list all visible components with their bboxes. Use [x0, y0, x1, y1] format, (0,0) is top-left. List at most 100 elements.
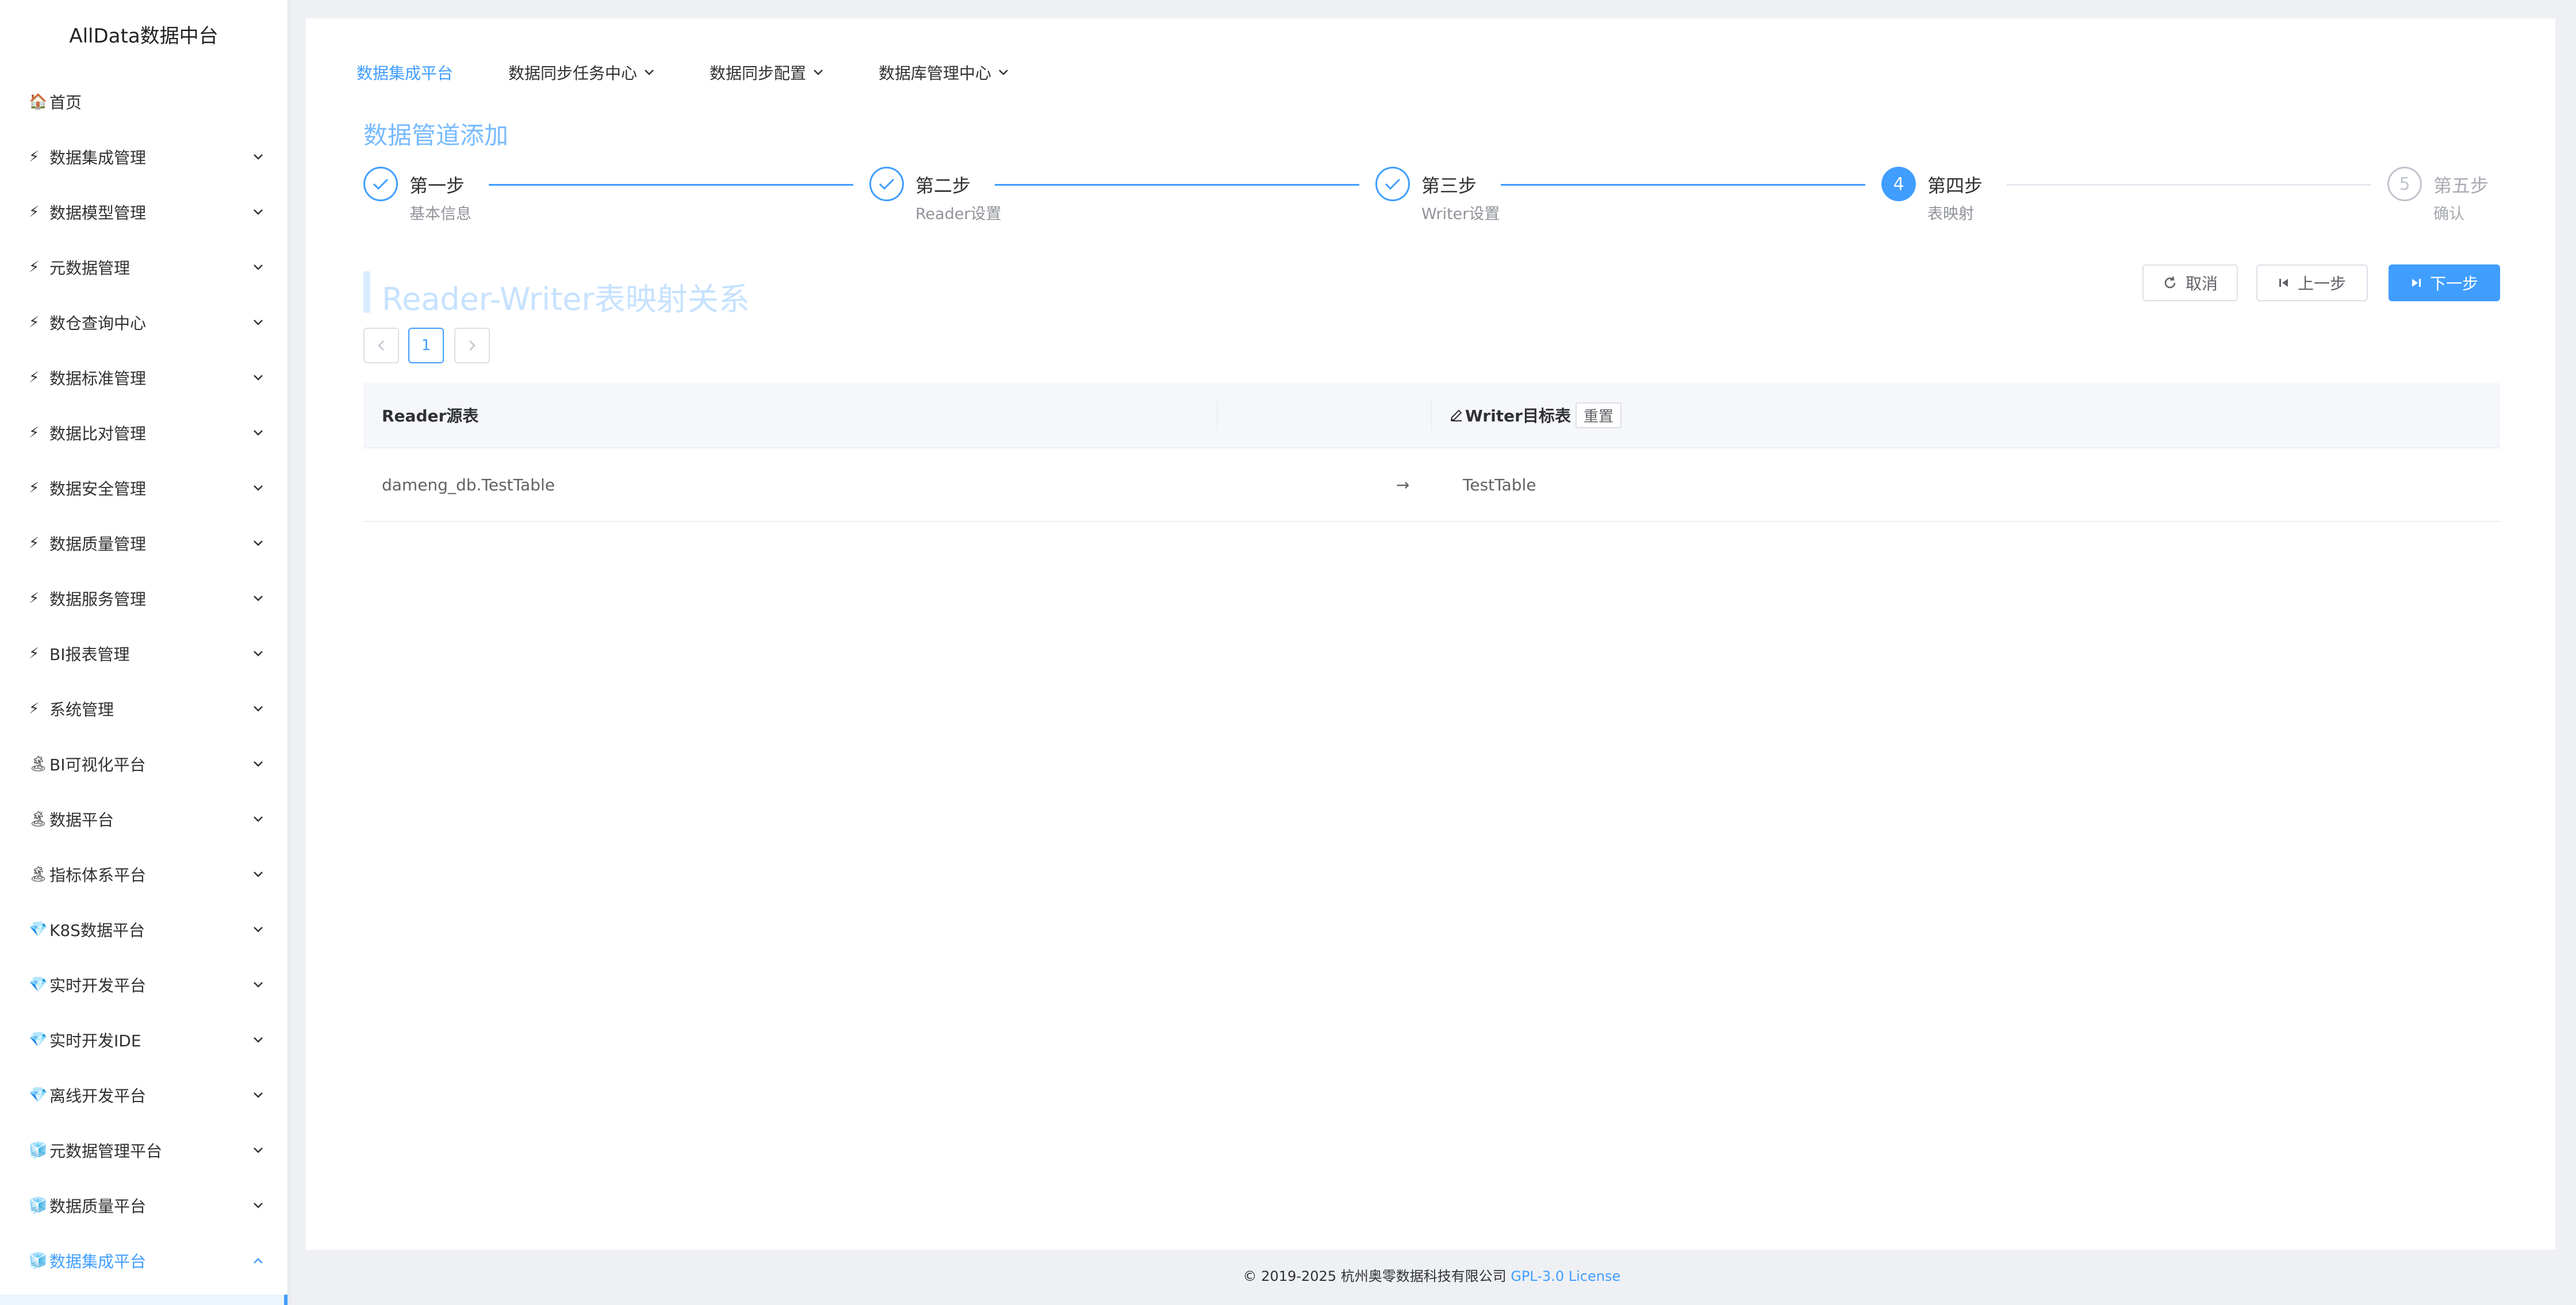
sidebar-item-label: 系统管理 [49, 700, 114, 719]
check-icon [869, 167, 904, 201]
step-title: 第四步 [1927, 175, 1983, 197]
writer-table-header: Writer目标表 重置 [1449, 383, 1621, 447]
column-divider [1217, 400, 1218, 430]
chevron-down-icon [644, 69, 654, 76]
sidebar-item[interactable]: ⚡ 数据比对管理 [0, 405, 288, 460]
reader-table-header: Reader源表 [382, 406, 479, 425]
cancel-button[interactable]: 取消 [2142, 264, 2238, 301]
chevron-down-icon [250, 761, 267, 767]
sidebar-item[interactable]: 🧊 元数据管理平台 [0, 1123, 288, 1178]
chevron-down-icon [250, 595, 267, 602]
sidebar-item[interactable]: 💎 实时开发平台 [0, 957, 288, 1012]
chevron-down-icon [250, 981, 267, 988]
sidebar-item[interactable]: ⚡ 元数据管理 [0, 240, 288, 295]
sidebar-item[interactable]: 💎 实时开发IDE [0, 1012, 288, 1068]
sidebar-item-label: 数据集成管理 [49, 148, 147, 167]
step-title: 第三步 [1421, 175, 1477, 197]
step-desc: Reader设置 [915, 205, 1002, 223]
chevron-down-icon [250, 540, 267, 547]
prev-step-button[interactable]: 上一步 [2256, 264, 2368, 301]
sidebar-item[interactable]: ⚡ 系统管理 [0, 681, 288, 736]
app-title: AllData数据中台 [69, 25, 218, 48]
menu-icon: ⚡ [29, 148, 40, 166]
sidebar: AllData数据中台 🏠 首页 ⚡ 数据集成管理 ⚡ 数据模型管理 ⚡ 元数据管理 ⚡ 数仓查询… [0, 0, 288, 1305]
sidebar-item[interactable]: 🏝 数据平台 [0, 792, 288, 847]
chevron-down-icon [250, 429, 267, 436]
sidebar-item[interactable]: ⚡ 数据服务管理 [0, 571, 288, 626]
menu-icon: 💎 [29, 921, 48, 938]
pagination-page[interactable]: 1 [408, 328, 444, 363]
step-desc: Writer设置 [1421, 205, 1500, 223]
sidebar-item[interactable]: 🏝 指标体系平台 [0, 847, 288, 902]
chevron-down-icon [250, 650, 267, 657]
sidebar-item[interactable]: 💎 离线开发平台 [0, 1068, 288, 1123]
chevron-down-icon [998, 69, 1009, 76]
nav-item-sync-task-center[interactable]: 数据同步任务中心 [508, 61, 654, 84]
nav-item-data-integration[interactable]: 数据集成平台 [356, 61, 453, 84]
menu-icon: 🏠 [29, 93, 48, 110]
step-number: 5 [2387, 167, 2422, 201]
sidebar-item[interactable]: ⚡ 数据安全管理 [0, 460, 288, 516]
sidebar-item-label: 数据集成平台 [49, 1252, 147, 1271]
arrow-right-icon: → [1396, 475, 1410, 494]
menu-icon: 🧊 [29, 1252, 48, 1269]
sidebar-item[interactable]: ⚡ BI报表管理 [0, 626, 288, 681]
check-icon [363, 167, 398, 201]
sidebar-item-label: 数据比对管理 [49, 424, 147, 443]
next-step-button[interactable]: 下一步 [2389, 264, 2500, 301]
menu-icon: 💎 [29, 976, 48, 993]
sidebar-item-label: 数据标准管理 [49, 369, 147, 388]
chevron-down-icon [250, 926, 267, 933]
sidebar-item[interactable]: 🧊 数据质量平台 [0, 1178, 288, 1233]
chevron-down-icon [250, 1092, 267, 1099]
step-desc: 基本信息 [409, 205, 471, 223]
sidebar-item-label: 数据平台 [49, 811, 114, 830]
nav-item-label: 数据同步配置 [710, 64, 807, 83]
sidebar-item[interactable]: 🏠 首页 [0, 74, 288, 129]
prev-step-label: 上一步 [2297, 274, 2346, 293]
sidebar-item-label: 指标体系平台 [49, 866, 147, 885]
column-divider [1431, 400, 1432, 430]
page-title: 数据管道添加 [363, 121, 509, 149]
pagination-prev-button[interactable] [363, 328, 399, 363]
step-connector [995, 184, 1359, 186]
sidebar-item[interactable]: ⚡ 数据质量管理 [0, 516, 288, 571]
sidebar-item-label: BI可视化平台 [49, 755, 146, 774]
main-panel: 数据集成平台 数据同步任务中心 数据同步配置 数据库管理中心 数据管道添加 第一… [306, 18, 2555, 1250]
table-row: dameng_db.TestTable → TestTable [363, 448, 2500, 522]
menu-icon: ⚡ [29, 645, 40, 662]
writer-table-cell[interactable]: TestTable [1463, 448, 1536, 521]
sidebar-item-label: 实时开发IDE [49, 1031, 141, 1050]
chevron-down-icon [250, 871, 267, 878]
menu-icon: 🏝 [29, 811, 48, 828]
pagination-next-button[interactable] [454, 328, 490, 363]
sidebar-item[interactable]: 🏝 BI可视化平台 [0, 736, 288, 792]
sidebar-item[interactable]: ⚡ 数仓查询中心 [0, 295, 288, 350]
step-desc: 确认 [2433, 205, 2464, 223]
menu-icon: ⚡ [29, 590, 40, 607]
nav-item-db-management[interactable]: 数据库管理中心 [879, 61, 1009, 84]
sidebar-item[interactable]: 🧊 数据集成平台 [0, 1233, 288, 1288]
sidebar-item[interactable]: 💎 K8S数据平台 [0, 902, 288, 957]
license-link[interactable]: GPL-3.0 License [1511, 1268, 1620, 1284]
sidebar-item[interactable]: ⚡ 数据标准管理 [0, 350, 288, 405]
sidebar-item-label: 数据服务管理 [49, 590, 147, 609]
sidebar-item[interactable]: ⚡ 数据集成管理 [0, 129, 288, 185]
nav-item-label: 数据库管理中心 [879, 64, 992, 83]
sidebar-item-label: 数据质量管理 [49, 535, 147, 554]
sidebar-item[interactable]: ⚡ 数据模型管理 [0, 185, 288, 240]
refresh-icon [2163, 275, 2178, 290]
menu-icon: ⚡ [29, 369, 40, 386]
sidebar-item-label: 数据安全管理 [49, 479, 147, 498]
edit-icon [1449, 408, 1464, 423]
sidebar-item-label: 离线开发平台 [49, 1087, 147, 1106]
chevron-down-icon [250, 264, 267, 271]
sidebar-item-label: 元数据管理平台 [49, 1142, 163, 1161]
chevron-down-icon [250, 1037, 267, 1043]
nav-item-sync-config[interactable]: 数据同步配置 [710, 61, 823, 84]
step-connector [489, 184, 853, 186]
sidebar-item-label: 首页 [49, 93, 82, 112]
cancel-label: 取消 [2185, 274, 2218, 293]
menu-icon: ⚡ [29, 479, 40, 497]
reset-button[interactable]: 重置 [1575, 402, 1621, 428]
